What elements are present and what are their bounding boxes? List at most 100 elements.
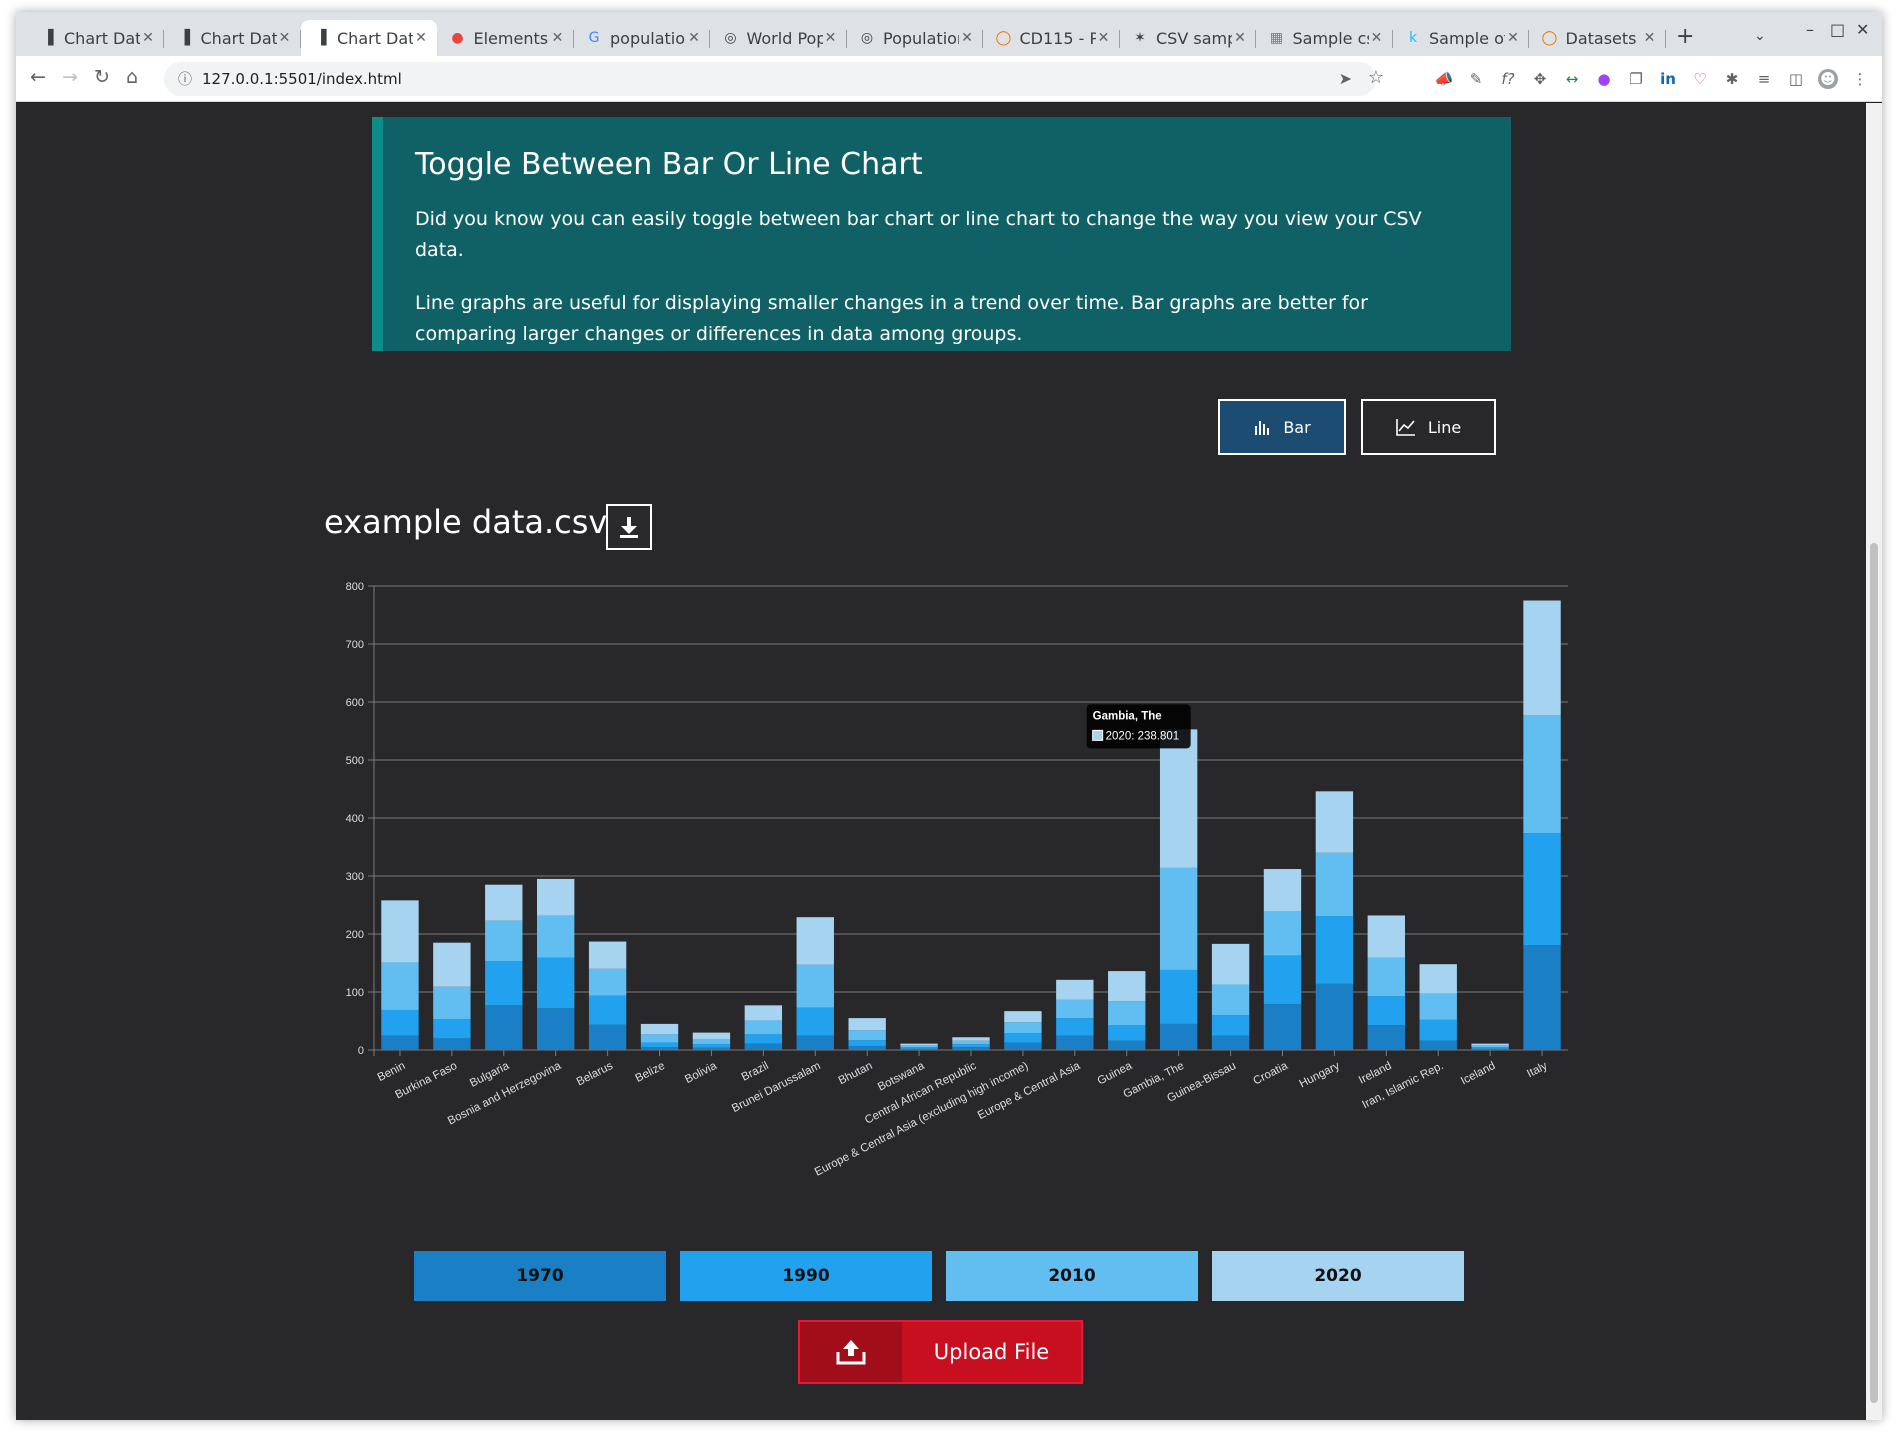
bookmark-star-icon[interactable]: ☆ <box>1368 67 1384 88</box>
color-extension-icon[interactable]: ● <box>1594 69 1614 89</box>
line-chart-toggle-button[interactable]: Line <box>1361 399 1496 455</box>
bar-chart-icon <box>1255 421 1270 435</box>
browser-tab[interactable]: ● Elements |✕ <box>438 20 574 56</box>
tab-title: Chart Data <box>64 28 140 48</box>
globe-icon: ◎ <box>860 30 874 46</box>
close-tab-icon[interactable]: ✕ <box>1369 30 1385 46</box>
copy-extension-icon[interactable]: ❐ <box>1626 69 1646 89</box>
bar-segment <box>796 1007 834 1036</box>
url-text[interactable]: 127.0.0.1:5501/index.html <box>202 70 402 88</box>
legend-toggle-2010[interactable]: 2010 <box>946 1251 1198 1301</box>
close-tab-icon[interactable]: ✕ <box>140 30 156 46</box>
legend-toggle-2020[interactable]: 2020 <box>1212 1251 1464 1301</box>
browser-tab[interactable]: ◯ Datasets - ✕ <box>1530 20 1666 56</box>
download-icon <box>620 517 638 538</box>
bar-segment <box>1315 852 1354 917</box>
close-tab-icon[interactable]: ✕ <box>959 30 975 46</box>
callout-title: Toggle Between Bar Or Line Chart <box>415 147 923 182</box>
close-tab-icon[interactable]: ✕ <box>277 30 293 46</box>
bar-segment <box>1419 964 1457 994</box>
close-tab-icon[interactable]: ✕ <box>1096 30 1112 46</box>
callout-paragraph-1: Did you know you can easily toggle betwe… <box>415 208 1422 261</box>
browser-tab[interactable]: ◯ CD115 - Po✕ <box>984 20 1120 56</box>
close-tab-icon[interactable]: ✕ <box>1232 30 1248 46</box>
browser-tab[interactable]: Gpopulation✕ <box>574 20 710 56</box>
bar-chart-toggle-button[interactable]: Bar <box>1218 399 1346 455</box>
back-icon[interactable]: ← <box>30 66 46 88</box>
eyedropper-extension-icon[interactable]: ✎ <box>1466 69 1486 89</box>
bar-segment <box>952 1044 990 1048</box>
new-tab-button[interactable]: + <box>1676 24 1694 49</box>
close-window-icon[interactable]: ✕ <box>1856 20 1869 39</box>
browser-tab[interactable]: ◎ Population ✕ <box>847 20 983 56</box>
browser-tab[interactable]: ✶ CSV sampl✕ <box>1120 20 1256 56</box>
reading-list-icon[interactable]: ≡ <box>1754 69 1774 89</box>
info-callout: Toggle Between Bar Or Line Chart Did you… <box>372 117 1511 351</box>
function-extension-icon[interactable]: f? <box>1498 69 1518 89</box>
close-tab-icon[interactable]: ✕ <box>686 30 702 46</box>
move-extension-icon[interactable]: ✥ <box>1530 69 1550 89</box>
y-tick-label: 300 <box>346 871 364 883</box>
upload-file-button[interactable]: Upload File <box>798 1320 1083 1384</box>
close-tab-icon[interactable]: ✕ <box>823 30 839 46</box>
pocket-extension-icon[interactable]: ♡ <box>1690 69 1710 89</box>
close-tab-icon[interactable]: ✕ <box>1642 30 1658 46</box>
megaphone-extension-icon[interactable]: 📣 <box>1434 69 1454 89</box>
bar-segment <box>1367 915 1405 958</box>
maximize-icon[interactable]: □ <box>1830 20 1845 39</box>
globe-icon: ◎ <box>724 30 737 46</box>
bar-segment <box>1004 1011 1042 1023</box>
reload-icon[interactable]: ↻ <box>94 66 110 88</box>
bar-segment <box>692 1044 731 1048</box>
download-button[interactable] <box>606 504 652 550</box>
profile-avatar[interactable]: ☻ <box>1818 69 1838 89</box>
close-tab-icon[interactable]: ✕ <box>550 30 566 46</box>
bar-segment <box>1004 1042 1042 1050</box>
bar-segment <box>1004 1033 1042 1043</box>
browser-tab[interactable]: ▦ Sample csv✕ <box>1257 20 1393 56</box>
legend-toggle-1970[interactable]: 1970 <box>414 1251 666 1301</box>
x-tick-label: Ireland <box>1357 1060 1394 1087</box>
home-icon[interactable]: ⌂ <box>126 66 138 88</box>
linkedin-extension-icon[interactable]: in <box>1658 69 1678 89</box>
close-tab-icon[interactable]: ✕ <box>1505 30 1521 46</box>
tab-title: Sample of <box>1429 28 1505 48</box>
legend-toggle-1990[interactable]: 1990 <box>680 1251 932 1301</box>
address-bar[interactable]: ⓘ 127.0.0.1:5501/index.html ➤ ☆ <box>164 62 1384 96</box>
bar-segment <box>900 1048 938 1050</box>
browser-tab[interactable]: ▐ Chart Data✕ <box>165 20 301 56</box>
bar-segment <box>1056 999 1094 1019</box>
tab-title: Datasets - <box>1565 28 1642 48</box>
minimize-icon[interactable]: – <box>1806 20 1814 39</box>
site-info-icon[interactable]: ⓘ <box>178 69 192 89</box>
forward-icon[interactable]: → <box>62 66 78 88</box>
share-icon[interactable]: ➤ <box>1339 69 1352 88</box>
bar-segment <box>640 1034 679 1043</box>
code-extension-icon[interactable]: ↔ <box>1562 69 1582 89</box>
browser-tab[interactable]: ◎ World Pop ✕ <box>711 20 847 56</box>
scrollbar-thumb[interactable] <box>1870 543 1878 1403</box>
bar-segment <box>1523 945 1561 1050</box>
bar-segment <box>1159 969 1198 1024</box>
browser-tab[interactable]: ▐ Chart Data✕ <box>301 20 437 56</box>
bar-segment <box>848 1030 886 1041</box>
bar-segment <box>900 1045 938 1048</box>
bar-segment <box>952 1047 990 1050</box>
puzzle-extensions-icon[interactable]: ✱ <box>1722 69 1742 89</box>
x-tick-label: Belarus <box>575 1060 615 1089</box>
bar-segment <box>1211 1035 1250 1050</box>
y-tick-label: 0 <box>358 1045 364 1057</box>
close-tab-icon[interactable]: ✕ <box>413 30 429 46</box>
page-scrollbar[interactable] <box>1866 103 1882 1420</box>
browser-tab[interactable]: k Sample of ✕ <box>1393 20 1529 56</box>
bar-segment <box>1108 1040 1146 1050</box>
bar-segment <box>1471 1045 1509 1048</box>
tab-search-icon[interactable]: ⌄ <box>1754 28 1766 44</box>
y-tick-label: 100 <box>346 987 364 999</box>
side-panel-icon[interactable]: ◫ <box>1786 69 1806 89</box>
browser-menu-icon[interactable]: ⋮ <box>1850 69 1870 89</box>
bar-segment <box>640 1042 679 1048</box>
browser-tab[interactable]: ▐ Chart Data✕ <box>28 20 164 56</box>
bar-segment <box>588 941 627 969</box>
bar-segment <box>1367 957 1405 997</box>
